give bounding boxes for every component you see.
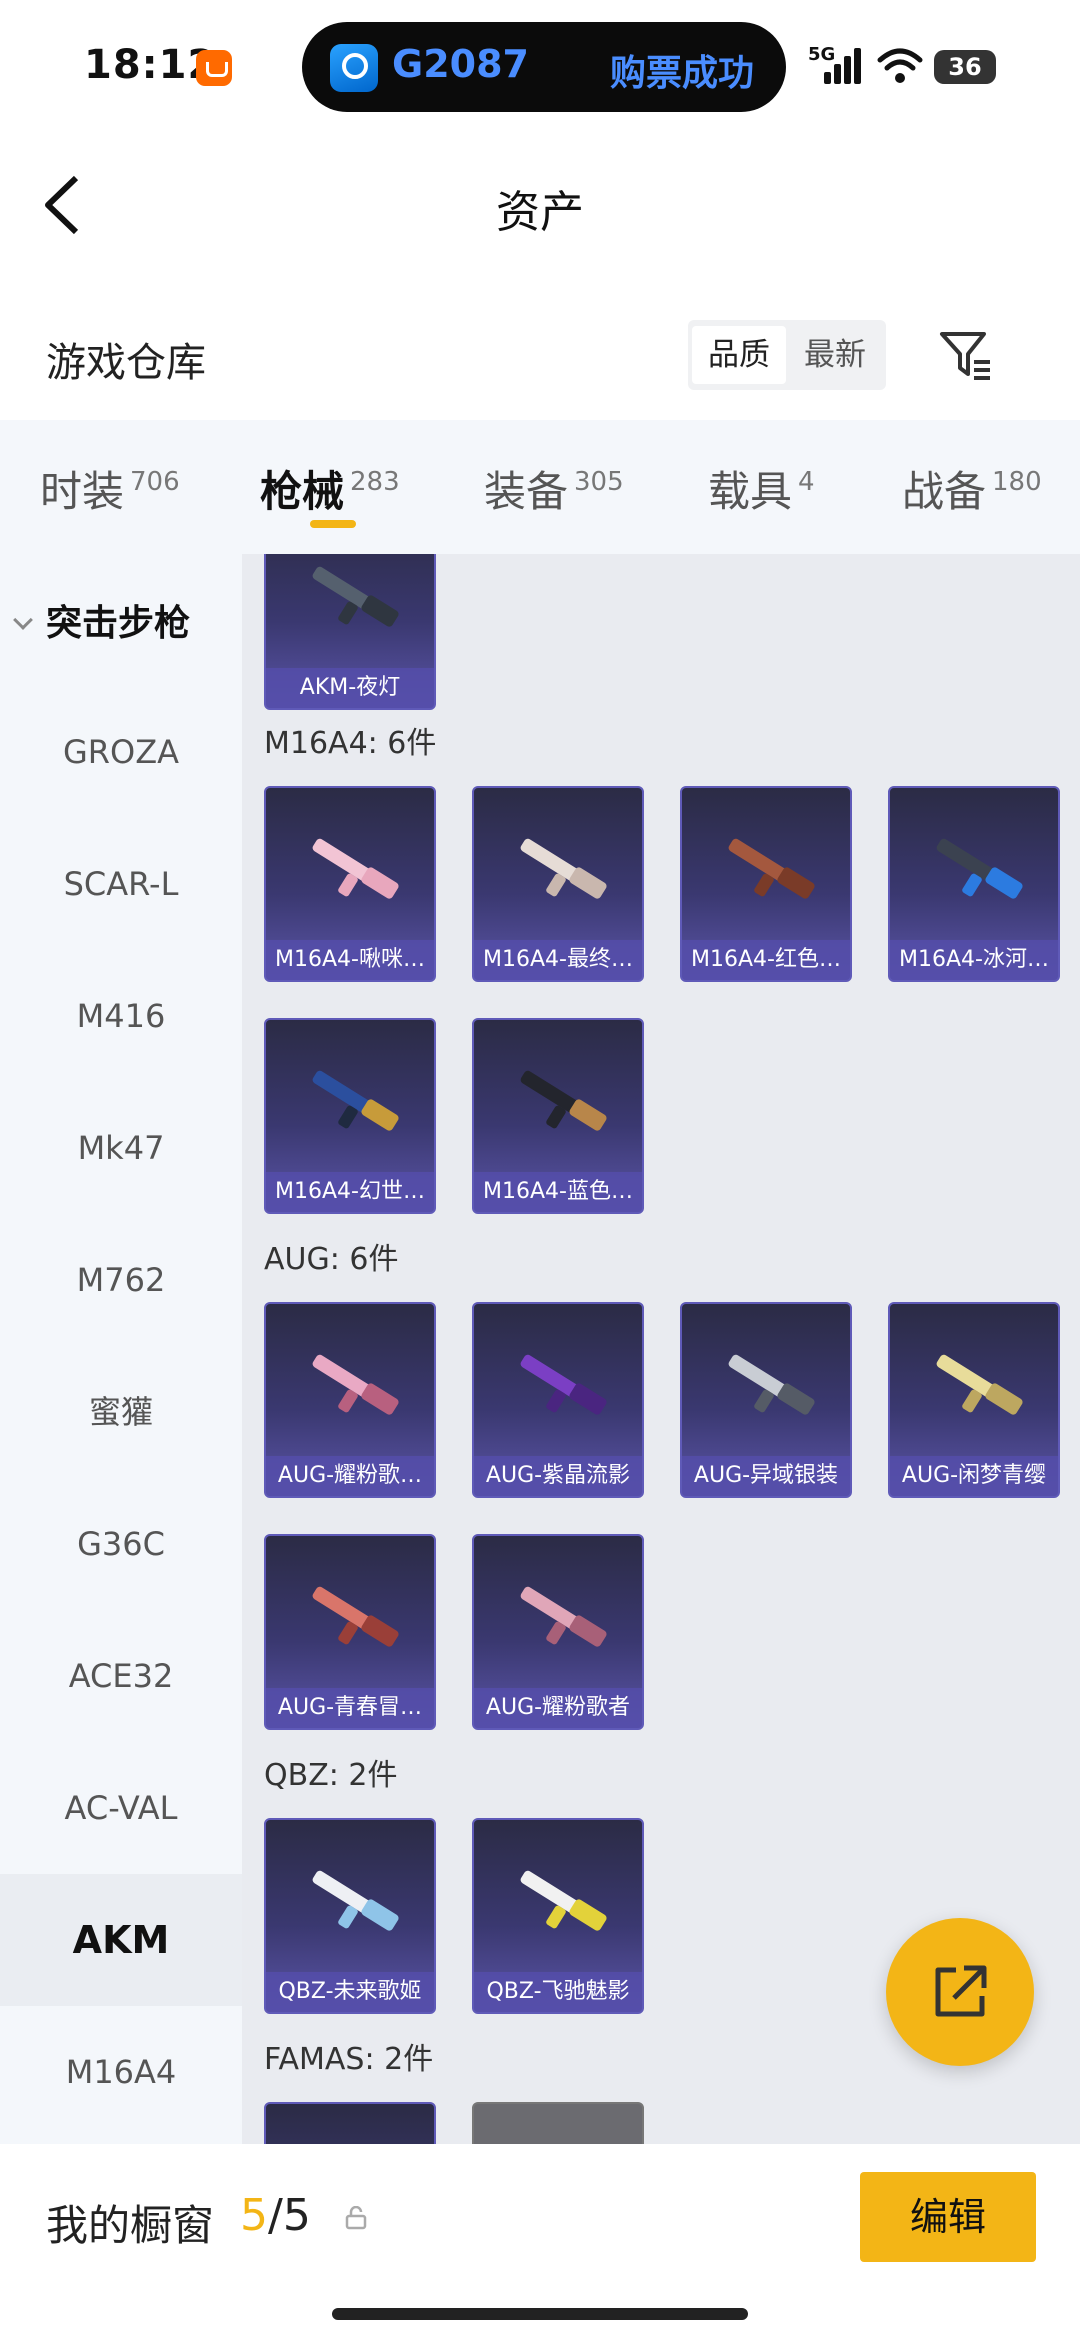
- item-card[interactable]: AUG-耀粉歌者: [472, 1534, 644, 1730]
- sidebar-group-assault-rifles[interactable]: 突击步枪: [13, 594, 190, 646]
- sidebar-item-honey-badger[interactable]: 蜜獾: [0, 1346, 242, 1478]
- category-tabs: 时装 706 枪械 283 装备 305 载具 4 战备 180: [0, 420, 1080, 554]
- gun-thumbnail: [510, 1582, 612, 1652]
- gun-thumbnail: [926, 1350, 1028, 1420]
- gun-thumbnail: [926, 834, 1028, 904]
- gun-thumbnail: [718, 834, 820, 904]
- weapon-type-sidebar: 突击步枪 GROZA SCAR-L M416 Mk47 M762 蜜獾 G36C…: [0, 554, 242, 2144]
- item-name: M16A4-蓝色…: [474, 1172, 642, 1212]
- item-name: M16A4-啾咪…: [266, 940, 434, 980]
- gun-thumbnail: [302, 1866, 404, 1936]
- gun-thumbnail: [302, 562, 404, 632]
- item-card[interactable]: AUG-紫晶流影: [472, 1302, 644, 1498]
- item-card[interactable]: M16A4-最终…: [472, 786, 644, 982]
- battery-indicator: 36: [934, 50, 996, 84]
- home-indicator[interactable]: [332, 2308, 748, 2320]
- section-title-aug: AUG: 6件: [264, 1242, 399, 1277]
- dynamic-island[interactable]: G2087 购票成功: [302, 22, 786, 112]
- item-name: AUG-青春冒…: [266, 1688, 434, 1728]
- section-title-qbz: QBZ: 2件: [264, 1758, 398, 1793]
- showcase-count: 5/5: [240, 2190, 311, 2241]
- item-name: M16A4-红色…: [682, 940, 850, 980]
- sort-latest-option[interactable]: 最新: [788, 326, 882, 384]
- item-card[interactable]: QBZ-未来歌姬: [264, 1818, 436, 2014]
- lock-icon: [345, 2206, 367, 2230]
- item-name: AUG-耀粉歌…: [266, 1456, 434, 1496]
- item-name: AUG-紫晶流影: [474, 1456, 642, 1496]
- bottom-bar: 我的橱窗 5/5 编辑: [0, 2144, 1080, 2339]
- item-card[interactable]: AUG-耀粉歌…: [264, 1302, 436, 1498]
- item-card[interactable]: AUG-青春冒…: [264, 1534, 436, 1730]
- sidebar-item-m16a4[interactable]: M16A4: [0, 2006, 242, 2138]
- item-card[interactable]: M16A4-冰河…: [888, 786, 1060, 982]
- item-name: QBZ-飞驰魅影: [474, 1972, 642, 2012]
- active-tab-indicator: [310, 520, 356, 528]
- sidebar-item-akm[interactable]: AKM: [0, 1874, 242, 2006]
- sidebar-item-scar-l[interactable]: SCAR-L: [0, 818, 242, 950]
- gun-thumbnail: [510, 1866, 612, 1936]
- gun-thumbnail: [302, 1066, 404, 1136]
- item-card[interactable]: [264, 2102, 436, 2144]
- gun-thumbnail: [510, 1066, 612, 1136]
- gun-thumbnail: [302, 1350, 404, 1420]
- sidebar-item-ac-val[interactable]: AC-VAL: [0, 1742, 242, 1874]
- item-name: M16A4-最终…: [474, 940, 642, 980]
- tab-vehicles[interactable]: 载具 4: [708, 458, 815, 519]
- chevron-down-icon: [13, 610, 33, 630]
- item-name: AUG-异域银装: [682, 1456, 850, 1496]
- section-title-m16a4: M16A4: 6件: [264, 726, 437, 761]
- gun-thumbnail: [718, 1350, 820, 1420]
- item-name: AUG-耀粉歌者: [474, 1688, 642, 1728]
- item-card[interactable]: M16A4-啾咪…: [264, 786, 436, 982]
- item-name: M16A4-冰河…: [890, 940, 1058, 980]
- item-card[interactable]: M16A4-幻世…: [264, 1018, 436, 1214]
- warehouse-title: 游戏仓库: [46, 340, 206, 386]
- tab-supplies[interactable]: 战备 180: [902, 458, 1042, 519]
- page-title: 资产: [496, 187, 584, 238]
- island-train-number: G2087: [392, 42, 529, 86]
- signal-icon: [824, 48, 864, 84]
- gun-thumbnail: [302, 834, 404, 904]
- gun-thumbnail: [510, 834, 612, 904]
- item-card[interactable]: AUG-闲梦青缨: [888, 1302, 1060, 1498]
- item-name: M16A4-幻世…: [266, 1172, 434, 1212]
- sort-quality-option[interactable]: 品质: [692, 326, 786, 384]
- sidebar-item-mk47[interactable]: Mk47: [0, 1082, 242, 1214]
- share-icon: [935, 1965, 987, 2017]
- item-card[interactable]: AUG-异域银装: [680, 1302, 852, 1498]
- wifi-icon: [877, 48, 923, 83]
- item-name: AUG-闲梦青缨: [890, 1456, 1058, 1496]
- item-name: AKM-夜灯: [266, 668, 434, 708]
- sidebar-item-ace32[interactable]: ACE32: [0, 1610, 242, 1742]
- railway-app-icon: [330, 44, 378, 92]
- share-button[interactable]: [886, 1918, 1034, 2066]
- weapon-grid: AKM-夜灯 M16A4: 6件 M16A4-啾咪… M16A4-最终… M16…: [242, 554, 1080, 2144]
- tab-equipment[interactable]: 装备 305: [484, 458, 624, 519]
- item-card[interactable]: QBZ-飞驰魅影: [472, 1818, 644, 2014]
- sort-toggle: 品质 最新: [688, 320, 886, 390]
- status-bar: 18:12 G2087 购票成功 5G 36: [0, 0, 1080, 140]
- item-card[interactable]: M16A4-蓝色…: [472, 1018, 644, 1214]
- gun-thumbnail: [510, 1350, 612, 1420]
- item-card[interactable]: M16A4-红色…: [680, 786, 852, 982]
- tab-guns[interactable]: 枪械 283: [260, 458, 400, 519]
- edit-button[interactable]: 编辑: [860, 2172, 1036, 2262]
- item-card-akm[interactable]: AKM-夜灯: [264, 554, 436, 710]
- showcase-label: 我的橱窗: [46, 2201, 215, 2250]
- sidebar-item-m762[interactable]: M762: [0, 1214, 242, 1346]
- sidebar-item-g36c[interactable]: G36C: [0, 1478, 242, 1610]
- taobao-notification-icon: [196, 50, 232, 86]
- gun-thumbnail: [302, 1582, 404, 1652]
- sidebar-item-groza[interactable]: GROZA: [0, 686, 242, 818]
- filter-icon[interactable]: [938, 328, 994, 382]
- section-title-famas: FAMAS: 2件: [264, 2042, 434, 2077]
- item-name: QBZ-未来歌姬: [266, 1972, 434, 2012]
- tab-fashion[interactable]: 时装 706: [40, 458, 180, 519]
- sidebar-item-m416[interactable]: M416: [0, 950, 242, 1082]
- island-message: 购票成功: [609, 53, 754, 94]
- item-card[interactable]: [472, 2102, 644, 2144]
